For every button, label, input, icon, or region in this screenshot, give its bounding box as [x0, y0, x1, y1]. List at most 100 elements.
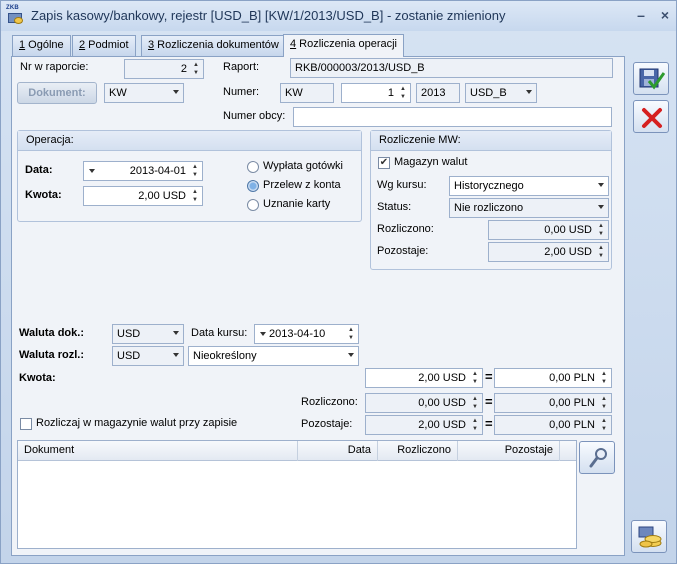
data-date-field[interactable]: 2013-04-01 ▲ ▼ — [83, 161, 203, 181]
spin-icon: ▲ ▼ — [472, 396, 478, 410]
spin-icon: ▲ ▼ — [601, 418, 607, 432]
col-rozliczono[interactable]: Rozliczono — [378, 441, 458, 461]
coin-icon — [14, 17, 23, 24]
dokument-button[interactable]: Dokument: — [17, 82, 97, 104]
col-pozostaje[interactable]: Pozostaje — [458, 441, 560, 461]
rozliczono-mw-label: Rozliczono: — [377, 223, 434, 235]
chevron-down-icon — [598, 183, 604, 187]
waluta-kwota-label: Kwota: — [19, 372, 56, 384]
rozliczaj-checkbox[interactable] — [20, 418, 32, 430]
chevron-down-icon — [598, 205, 604, 209]
numer-obcy-input[interactable] — [293, 107, 612, 127]
radio-wyplata-gotowki[interactable] — [247, 161, 259, 173]
equals-sign: = — [485, 416, 493, 431]
tab-rozliczenia-operacji[interactable]: 4 Rozliczenia operacji — [283, 34, 405, 57]
rozliczenie-mw-group-title: Rozliczenie MW: — [371, 131, 611, 151]
spin-icon[interactable]: ▲ ▼ — [190, 187, 202, 205]
dokument-type-select[interactable]: KW — [104, 83, 184, 103]
search-button[interactable] — [579, 441, 615, 474]
nr-w-raporcie-field[interactable]: 2 ▲ ▼ — [124, 59, 204, 79]
spin-icon: ▲ ▼ — [601, 396, 607, 410]
status-select[interactable]: Nie rozliczono — [449, 198, 609, 218]
numer-label: Numer: — [223, 86, 260, 98]
rozliczono-mw-field: 0,00 USD ▲ ▼ — [488, 220, 609, 240]
chevron-down-icon — [173, 90, 179, 94]
col-dokument[interactable]: Dokument — [18, 441, 298, 461]
waluta-kwota-field[interactable]: 2,00 USD ▲ ▼ — [365, 368, 483, 388]
save-button[interactable] — [633, 62, 669, 95]
calendar-dropdown-icon[interactable] — [260, 332, 266, 336]
waluta-rozl-select[interactable]: USD — [112, 346, 184, 366]
data-kursu-field[interactable]: 2013-04-10 ▲ ▼ — [254, 324, 359, 344]
kwota-label: Kwota: — [25, 189, 62, 201]
spin-icon[interactable]: ▲ ▼ — [191, 60, 203, 78]
raport-field: RKB/000003/2013/USD_B — [290, 58, 613, 78]
status-label: Status: — [377, 201, 412, 213]
coins-button[interactable] — [631, 520, 667, 553]
spin-icon[interactable]: ▲ ▼ — [470, 369, 482, 387]
waluta-kwota-pln-field[interactable]: 0,00 PLN ▲ ▼ — [494, 368, 612, 388]
kwota-amount-field[interactable]: 2,00 USD ▲ ▼ — [83, 186, 203, 206]
pozostaje-mw-label: Pozostaje: — [377, 245, 429, 257]
waluta-pozostaje-pln-field: 0,00 PLN ▲ ▼ — [494, 415, 612, 435]
spin-icon[interactable]: ▲ ▼ — [190, 162, 202, 180]
documents-table[interactable]: Dokument Data Rozliczono Pozostaje — [17, 440, 577, 549]
kurs-type-select[interactable]: Nieokreślony — [188, 346, 359, 366]
app-icon: ZKB — [6, 5, 24, 25]
close-window-button[interactable]: × — [656, 6, 674, 24]
radio-przelew-z-konta[interactable] — [247, 180, 259, 192]
window-title: Zapis kasowy/bankowy, rejestr [USD_B] [K… — [31, 8, 506, 23]
calendar-dropdown-icon[interactable] — [89, 169, 95, 173]
title-bar: ZKB Zapis kasowy/bankowy, rejestr [USD_B… — [1, 1, 676, 31]
spin-icon[interactable]: ▲ ▼ — [398, 84, 410, 102]
numer-year-field: 2013 — [416, 83, 460, 103]
equals-sign: = — [485, 394, 493, 409]
spin-icon: ▲ ▼ — [472, 418, 478, 432]
chevron-down-icon — [526, 90, 532, 94]
app-icon-label: ZKB — [6, 5, 19, 11]
chevron-down-icon — [173, 331, 179, 335]
waluta-rozl-label: Waluta rozl.: — [19, 349, 84, 361]
radio-uznanie-karty[interactable] — [247, 199, 259, 211]
waluta-rozliczono-pln-field: 0,00 PLN ▲ ▼ — [494, 393, 612, 413]
nr-w-raporcie-label: Nr w raporcie: — [20, 61, 89, 73]
magazyn-walut-label: Magazyn walut — [394, 156, 468, 168]
operacja-group: Operacja: Data: 2013-04-01 ▲ ▼ Kwota: 2,0… — [17, 130, 362, 222]
wg-kursu-label: Wg kursu: — [377, 179, 427, 191]
rozliczaj-label: Rozliczaj w magazynie walut przy zapisie — [36, 417, 238, 429]
data-label: Data: — [25, 164, 53, 176]
numer-value-field[interactable]: 1 ▲ ▼ — [341, 83, 411, 103]
przelew-z-konta-label: Przelew z konta — [263, 179, 341, 191]
waluta-dok-label: Waluta dok.: — [19, 327, 84, 339]
waluta-dok-select[interactable]: USD — [112, 324, 184, 344]
tab-content-panel: Nr w raporcie: 2 ▲ ▼ Raport: RKB/000003/2… — [11, 56, 625, 556]
spin-icon[interactable]: ▲ ▼ — [346, 325, 358, 343]
table-header: Dokument Data Rozliczono Pozostaje — [18, 441, 576, 461]
chevron-down-icon — [173, 353, 179, 357]
cancel-button[interactable] — [633, 100, 669, 133]
cancel-x-icon — [642, 108, 662, 128]
col-data[interactable]: Data — [298, 441, 378, 461]
spin-icon: ▲ ▼ — [598, 245, 604, 259]
minimize-button[interactable]: – — [632, 6, 650, 24]
tab-rozliczenia-dokumentow[interactable]: 3 Rozliczenia dokumentów — [141, 35, 286, 56]
waluta-rozliczono-label: Rozliczono: — [301, 396, 358, 408]
magazyn-walut-checkbox[interactable]: ✔ — [378, 157, 390, 169]
spin-icon[interactable]: ▲ ▼ — [599, 369, 611, 387]
spin-icon: ▲ ▼ — [598, 223, 604, 237]
uznanie-karty-label: Uznanie karty — [263, 198, 331, 210]
numer-obcy-label: Numer obcy: — [223, 110, 286, 122]
numer-register-select[interactable]: USD_B — [465, 83, 537, 103]
wg-kursu-select[interactable]: Historycznego — [449, 176, 609, 196]
chevron-down-icon — [348, 353, 354, 357]
numer-prefix-field: KW — [280, 83, 334, 103]
waluta-rozliczono-field: 0,00 USD ▲ ▼ — [365, 393, 483, 413]
tab-podmiot[interactable]: 2 Podmiot — [72, 35, 136, 56]
save-check-icon — [639, 68, 665, 90]
coins-icon — [638, 526, 662, 548]
dialog-window: ZKB Zapis kasowy/bankowy, rejestr [USD_B… — [0, 0, 677, 564]
rozliczenie-mw-group: Rozliczenie MW: ✔ Magazyn walut Wg kursu… — [370, 130, 612, 270]
waluta-pozostaje-label: Pozostaje: — [301, 418, 353, 430]
tab-ogolne[interactable]: 1 Ogólne — [12, 35, 71, 56]
equals-sign: = — [485, 369, 493, 384]
